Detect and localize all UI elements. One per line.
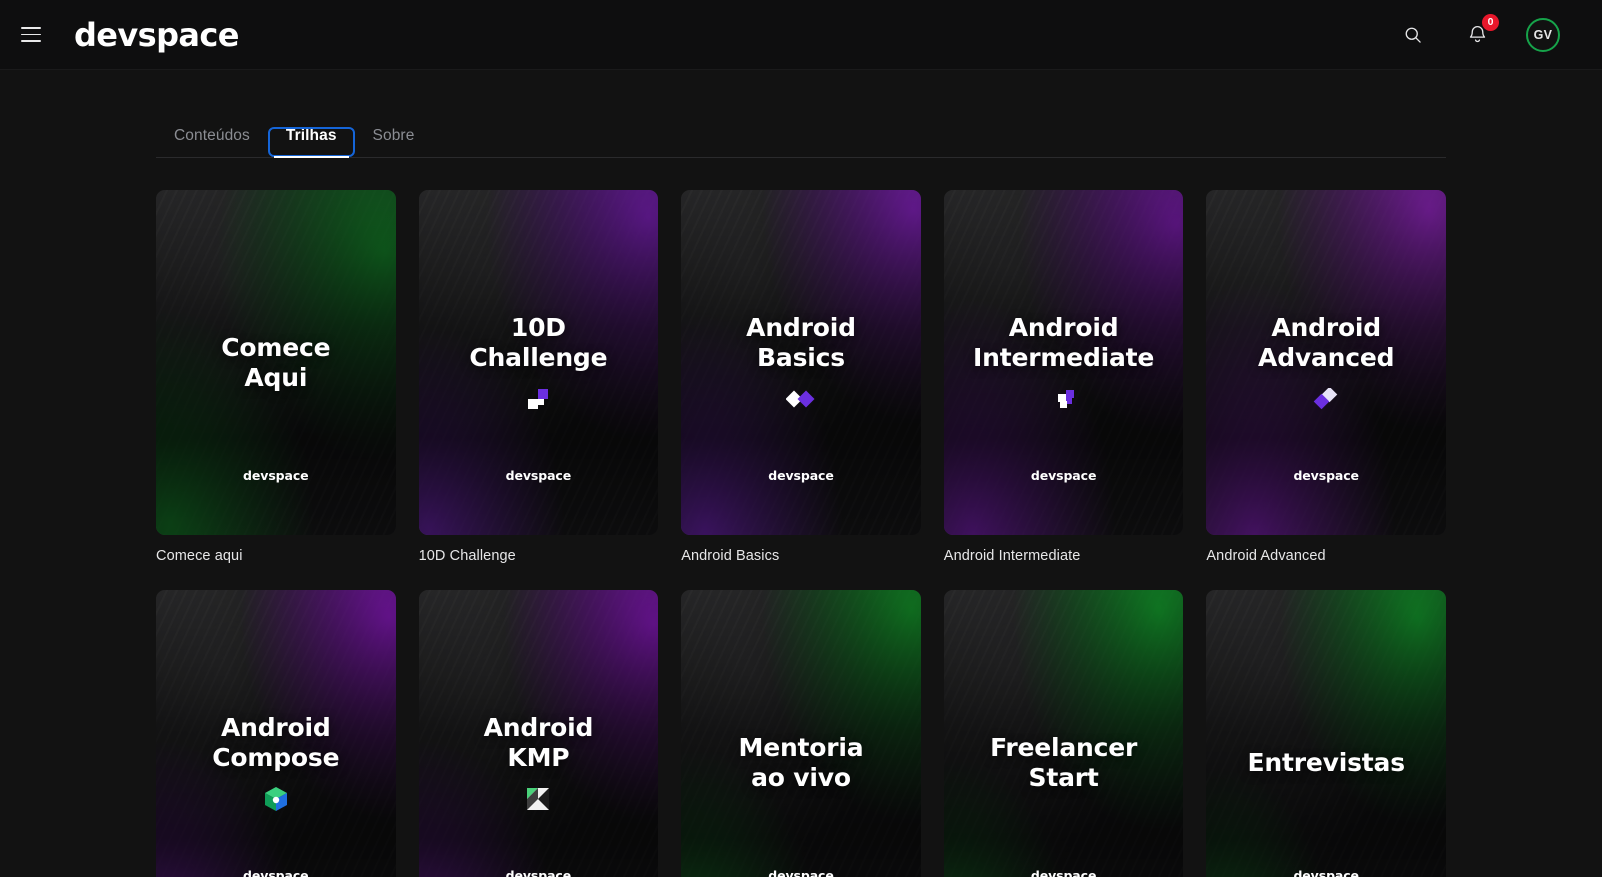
card-body: Android Basics xyxy=(681,190,921,535)
card-thumbnail[interactable]: Android KMP devspace xyxy=(418,590,659,877)
card-title: Android KMP xyxy=(484,713,594,772)
card-thumbnail[interactable]: Entrevistas devspace xyxy=(1206,590,1446,877)
app-logo[interactable]: devspace xyxy=(74,16,239,54)
card-title-line2: Basics xyxy=(757,342,845,372)
card-body: Android KMP xyxy=(419,590,659,877)
header-actions: 0 GV xyxy=(1398,13,1578,52)
card-brand-label: devspace xyxy=(768,868,834,877)
checker-squares-icon xyxy=(1052,386,1076,412)
code-diamonds-icon xyxy=(785,386,816,412)
card-title: Mentoria ao vivo xyxy=(739,733,864,792)
notifications-badge: 0 xyxy=(1482,13,1499,31)
card-title: 10D Challenge xyxy=(469,313,607,372)
card-title: Comece Aqui xyxy=(221,333,330,392)
card-title-line1: Android xyxy=(1271,313,1381,342)
card-brand-label: devspace xyxy=(1030,468,1097,483)
card-caption: Android Intermediate xyxy=(943,548,1081,564)
card-body: Android Intermediate xyxy=(944,190,1184,535)
card-title-line2: Compose xyxy=(212,742,340,772)
card-title-line2: Advanced xyxy=(1258,342,1395,372)
card-title: Android Basics xyxy=(746,313,856,372)
card-thumbnail[interactable]: Comece Aqui devspace xyxy=(156,190,396,535)
card-caption: 10D Challenge xyxy=(418,548,516,564)
card-body: 10D Challenge xyxy=(419,190,659,535)
tab-sobre[interactable]: Sobre xyxy=(355,127,433,157)
card-caption: Android Basics xyxy=(681,548,780,564)
card-10d-challenge[interactable]: 10D Challenge devspace 10D Challenge xyxy=(418,190,659,564)
card-brand-label: devspace xyxy=(243,468,309,483)
card-brand-label: devspace xyxy=(243,868,309,877)
avatar[interactable]: GV xyxy=(1526,17,1560,52)
card-title: Android Compose xyxy=(212,713,339,772)
card-title-line2: Intermediate xyxy=(973,342,1155,372)
hamburger-menu-icon[interactable] xyxy=(8,12,54,58)
card-android-kmp[interactable]: Android KMP devspace xyxy=(418,590,659,877)
card-brand-label: devspace xyxy=(1030,868,1097,877)
card-title-line1: Freelancer xyxy=(990,733,1138,762)
card-body: Entrevistas xyxy=(1206,590,1446,877)
card-title-line1: 10D xyxy=(510,313,566,342)
card-title: Freelancer Start xyxy=(990,733,1137,792)
card-title-line1: Comece xyxy=(221,333,331,362)
tab-trilhas[interactable]: Trilhas xyxy=(267,127,355,158)
card-brand-label: devspace xyxy=(768,468,834,483)
card-title-line2: KMP xyxy=(507,742,570,772)
card-android-compose[interactable]: Android Compose devspace xyxy=(156,590,396,877)
card-title-line1: Android xyxy=(1008,313,1119,342)
card-title-line2: Start xyxy=(1028,762,1099,792)
kotlin-icon xyxy=(526,786,550,812)
card-body: Android Compose xyxy=(156,590,396,877)
card-thumbnail[interactable]: Android Basics devspace xyxy=(681,190,921,535)
card-thumbnail[interactable]: Mentoria ao vivo devspace xyxy=(681,590,921,877)
card-mentoria-ao-vivo[interactable]: Mentoria ao vivo devspace Mentoria ao vi… xyxy=(681,590,921,877)
card-title-line2: Aqui xyxy=(244,362,308,392)
card-title: Android Intermediate xyxy=(973,313,1154,372)
search-icon[interactable] xyxy=(1398,20,1428,50)
tab-bar: Conteúdos Trilhas Sobre xyxy=(156,116,1446,158)
double-diamond-icon xyxy=(1312,386,1340,412)
card-thumbnail[interactable]: Android Intermediate devspace xyxy=(943,190,1184,535)
card-title-line1: Android xyxy=(483,713,594,742)
trilhas-grid: Comece Aqui devspace Comece aqui 10D Cha… xyxy=(156,190,1446,877)
notifications-bell-icon[interactable]: 0 xyxy=(1462,13,1499,50)
page-content: Conteúdos Trilhas Sobre Comece Aqui devs… xyxy=(0,70,1602,877)
card-body: Android Advanced xyxy=(1206,190,1446,535)
card-title-line1: Android xyxy=(220,713,331,742)
card-android-advanced[interactable]: Android Advanced devspace Android Advanc… xyxy=(1206,190,1446,564)
card-title-line1: Mentoria xyxy=(738,733,864,762)
card-thumbnail[interactable]: Freelancer Start devspace xyxy=(943,590,1184,877)
card-title-line1: Android xyxy=(746,313,856,342)
card-body: Comece Aqui xyxy=(156,190,396,535)
content-container: Conteúdos Trilhas Sobre Comece Aqui devs… xyxy=(156,70,1446,877)
card-thumbnail[interactable]: Android Advanced devspace xyxy=(1206,190,1446,535)
card-comece-aqui[interactable]: Comece Aqui devspace Comece aqui xyxy=(156,190,396,564)
blocks-icon xyxy=(526,386,550,412)
tab-conteudos[interactable]: Conteúdos xyxy=(156,127,268,157)
card-android-basics[interactable]: Android Basics devspace Android Basics xyxy=(681,190,921,564)
card-title-line2: Challenge xyxy=(469,342,608,372)
card-caption: Android Advanced xyxy=(1206,548,1326,564)
card-android-intermediate[interactable]: Android Intermediate devspace Android In… xyxy=(943,190,1184,564)
card-title-line1: Entrevistas xyxy=(1247,747,1406,777)
card-caption: Comece aqui xyxy=(156,548,243,564)
card-thumbnail[interactable]: Android Compose devspace xyxy=(156,590,396,877)
card-title: Entrevistas xyxy=(1247,747,1406,778)
card-brand-label: devspace xyxy=(505,468,572,483)
card-brand-label: devspace xyxy=(1293,468,1359,483)
card-brand-label: devspace xyxy=(505,868,572,877)
card-body: Mentoria ao vivo xyxy=(681,590,921,877)
card-title: Android Advanced xyxy=(1258,313,1394,372)
card-freelancer-start[interactable]: Freelancer Start devspace Freelancer Sta… xyxy=(943,590,1184,877)
card-thumbnail[interactable]: 10D Challenge devspace xyxy=(418,190,659,535)
card-title-line2: ao vivo xyxy=(751,762,851,792)
card-body: Freelancer Start xyxy=(944,590,1184,877)
app-header: devspace 0 GV xyxy=(0,0,1602,70)
card-entrevistas[interactable]: Entrevistas devspace Entrevistas xyxy=(1206,590,1446,877)
compose-cube-icon xyxy=(264,786,288,812)
card-brand-label: devspace xyxy=(1293,868,1359,877)
